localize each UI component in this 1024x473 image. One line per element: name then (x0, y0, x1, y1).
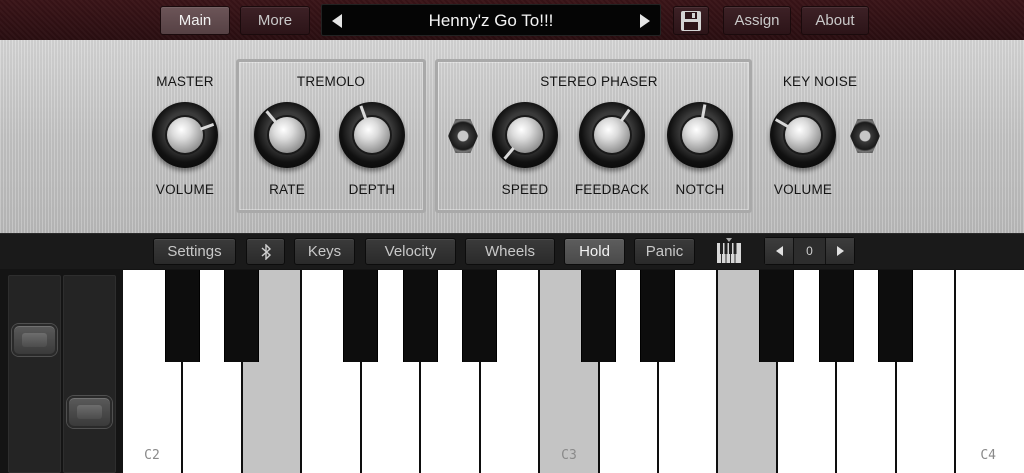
mod-wheel-handle[interactable] (67, 396, 112, 428)
tremolo-depth-label: DEPTH (348, 182, 396, 197)
tremolo-depth-knob[interactable] (339, 102, 405, 168)
piano-keys-icon[interactable] (716, 238, 742, 264)
master-volume-knob[interactable] (152, 102, 218, 168)
black-key[interactable] (819, 270, 854, 362)
hold-button[interactable]: Hold (564, 238, 625, 265)
about-button[interactable]: About (801, 6, 869, 35)
master-title: MASTER (156, 74, 214, 89)
key-label-c3: C3 (561, 448, 577, 463)
phaser-notch-knob[interactable] (667, 102, 733, 168)
phaser-notch-label: NOTCH (675, 182, 725, 197)
black-key[interactable] (640, 270, 675, 362)
key-noise-volume-label: VOLUME (773, 182, 833, 197)
key-label-c4: C4 (980, 448, 996, 463)
octave-value: 0 (806, 244, 813, 258)
key-noise-volume-knob[interactable] (770, 102, 836, 168)
top-bar: Main More Henny'z Go To!!! Assign About (0, 0, 1024, 40)
black-key[interactable] (462, 270, 497, 362)
keyboard-control-strip: Settings Keys Velocity Wheels Hold Panic… (0, 233, 1024, 269)
stereo-phaser-title: STEREO PHASER (540, 74, 658, 89)
key-label-c2: C2 (144, 448, 160, 463)
white-key[interactable]: C4 (956, 270, 1024, 473)
keys-button[interactable]: Keys (294, 238, 355, 265)
floppy-disk-icon (681, 10, 701, 31)
black-key[interactable] (581, 270, 616, 362)
key-noise-title: KEY NOISE (782, 74, 858, 89)
key-noise-toggle-switch[interactable] (850, 119, 880, 153)
pitch-wheel[interactable] (8, 275, 61, 473)
phaser-feedback-label: FEEDBACK (574, 182, 650, 197)
black-key[interactable] (759, 270, 794, 362)
mod-wheel[interactable] (63, 275, 116, 473)
octave-selector: 0 (764, 237, 855, 265)
piano-keyboard: C2 C3 C4 (123, 270, 1024, 473)
tremolo-rate-label: RATE (269, 182, 305, 197)
effects-panel: MASTER VOLUME TREMOLO RATE DEPTH STEREO … (0, 40, 1024, 233)
black-key[interactable] (343, 270, 378, 362)
tremolo-rate-knob[interactable] (254, 102, 320, 168)
preset-name[interactable]: Henny'z Go To!!! (352, 5, 630, 37)
octave-down-icon[interactable] (765, 238, 794, 264)
assign-button[interactable]: Assign (723, 6, 791, 35)
preset-next-icon[interactable] (640, 14, 650, 28)
preset-selector: Henny'z Go To!!! (321, 4, 661, 36)
phaser-feedback-knob[interactable] (579, 102, 645, 168)
bluetooth-icon (261, 243, 271, 260)
master-volume-label: VOLUME (155, 182, 215, 197)
preset-prev-icon[interactable] (332, 14, 342, 28)
settings-button[interactable]: Settings (153, 238, 236, 265)
panic-button[interactable]: Panic (634, 238, 695, 265)
tremolo-title: TREMOLO (296, 74, 366, 89)
save-button[interactable] (673, 6, 709, 35)
black-key[interactable] (165, 270, 200, 362)
black-key[interactable] (878, 270, 913, 362)
phaser-speed-knob[interactable] (492, 102, 558, 168)
bluetooth-button[interactable] (246, 238, 285, 265)
main-tab-button[interactable]: Main (160, 6, 230, 35)
black-key[interactable] (224, 270, 259, 362)
velocity-button[interactable]: Velocity (365, 238, 456, 265)
pitch-wheel-handle[interactable] (12, 324, 57, 356)
black-key[interactable] (403, 270, 438, 362)
wheels-button[interactable]: Wheels (465, 238, 555, 265)
wheels-area (0, 269, 123, 473)
phaser-speed-label: SPEED (501, 182, 549, 197)
octave-up-icon[interactable] (825, 238, 854, 264)
more-tab-button[interactable]: More (240, 6, 310, 35)
